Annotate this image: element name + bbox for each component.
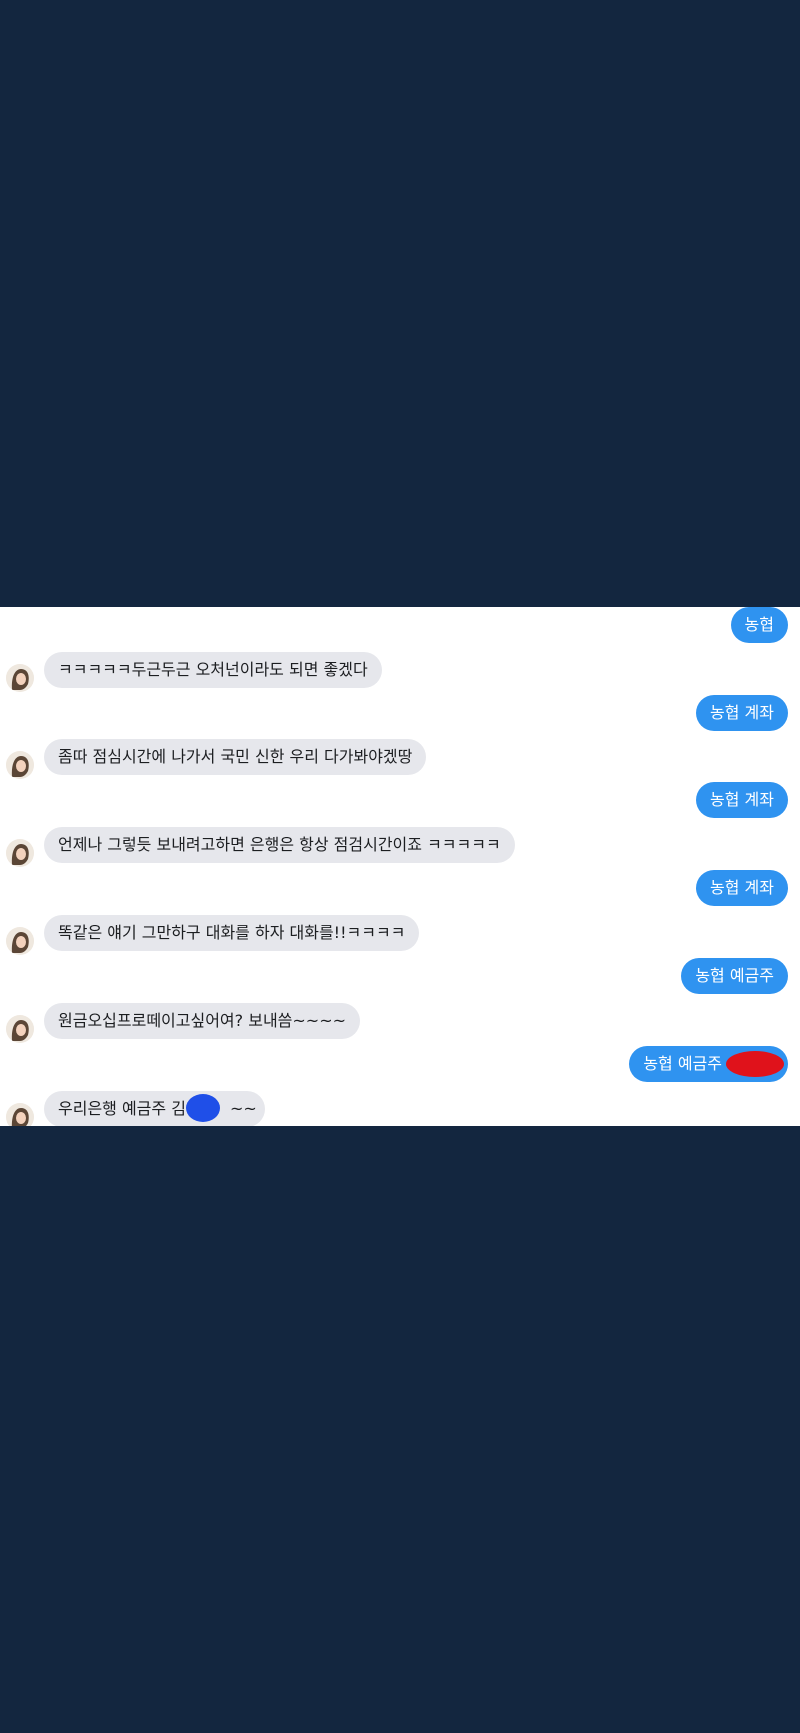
redaction-scribble-blue <box>186 1094 220 1122</box>
message-row: 원금오십프로떼이고싶어여? 보내씀~~~~ <box>0 1003 800 1043</box>
outgoing-message-bubble[interactable]: 농협 계좌 <box>696 695 788 731</box>
contact-avatar[interactable] <box>6 664 34 692</box>
outgoing-message-bubble[interactable]: 농협 계좌 <box>696 870 788 906</box>
redaction-scribble-red <box>726 1051 784 1077</box>
contact-avatar[interactable] <box>6 1015 34 1043</box>
incoming-message-bubble[interactable]: 똑같은 얘기 그만하구 대화를 하자 대화를!!ㅋㅋㅋㅋ <box>44 915 420 951</box>
message-row: 농협 계좌 <box>0 695 800 731</box>
message-row: 똑같은 얘기 그만하구 대화를 하자 대화를!!ㅋㅋㅋㅋ <box>0 915 800 955</box>
message-row: 농협 <box>0 607 800 643</box>
message-text: 우리은행 예금주 김 <box>58 1099 186 1118</box>
message-row: 언제나 그렇듯 보내려고하면 은행은 항상 점검시간이죠 ㅋㅋㅋㅋㅋ <box>0 827 800 867</box>
message-text: 농협 예금주 <box>643 1054 722 1073</box>
outgoing-message-bubble[interactable]: 농협 예금주 <box>681 958 788 994</box>
contact-avatar[interactable] <box>6 927 34 955</box>
incoming-message-bubble[interactable]: 원금오십프로떼이고싶어여? 보내씀~~~~ <box>44 1003 361 1039</box>
incoming-message-bubble[interactable]: 우리은행 예금주 김 ~~ <box>44 1091 265 1126</box>
incoming-message-bubble[interactable]: ㅋㅋㅋㅋㅋ두근두근 오처넌이라도 되면 좋겠다 <box>44 652 382 688</box>
outgoing-message-bubble[interactable]: 농협 <box>730 607 788 643</box>
message-row: ㅋㅋㅋㅋㅋ두근두근 오처넌이라도 되면 좋겠다 <box>0 652 800 692</box>
message-row: 농협 예금주 <box>0 1046 800 1082</box>
contact-avatar[interactable] <box>6 1103 34 1126</box>
incoming-message-bubble[interactable]: 좀따 점심시간에 나가서 국민 신한 우리 다가봐야겠땅 <box>44 739 427 775</box>
message-row: 농협 계좌 <box>0 782 800 818</box>
outgoing-message-bubble[interactable]: 농협 예금주 <box>629 1046 788 1082</box>
incoming-message-bubble[interactable]: 언제나 그렇듯 보내려고하면 은행은 항상 점검시간이죠 ㅋㅋㅋㅋㅋ <box>44 827 515 863</box>
message-row: 좀따 점심시간에 나가서 국민 신한 우리 다가봐야겠땅 <box>0 739 800 779</box>
contact-avatar[interactable] <box>6 839 34 867</box>
message-row: 농협 예금주 <box>0 958 800 994</box>
outgoing-message-bubble[interactable]: 농협 계좌 <box>696 782 788 818</box>
chat-panel: 농협 ㅋㅋㅋㅋㅋ두근두근 오처넌이라도 되면 좋겠다 농협 계좌 좀따 점심시간… <box>0 607 800 1126</box>
contact-avatar[interactable] <box>6 751 34 779</box>
message-row: 우리은행 예금주 김 ~~ <box>0 1091 800 1126</box>
message-suffix: ~~ <box>230 1099 257 1118</box>
message-row: 농협 계좌 <box>0 870 800 906</box>
